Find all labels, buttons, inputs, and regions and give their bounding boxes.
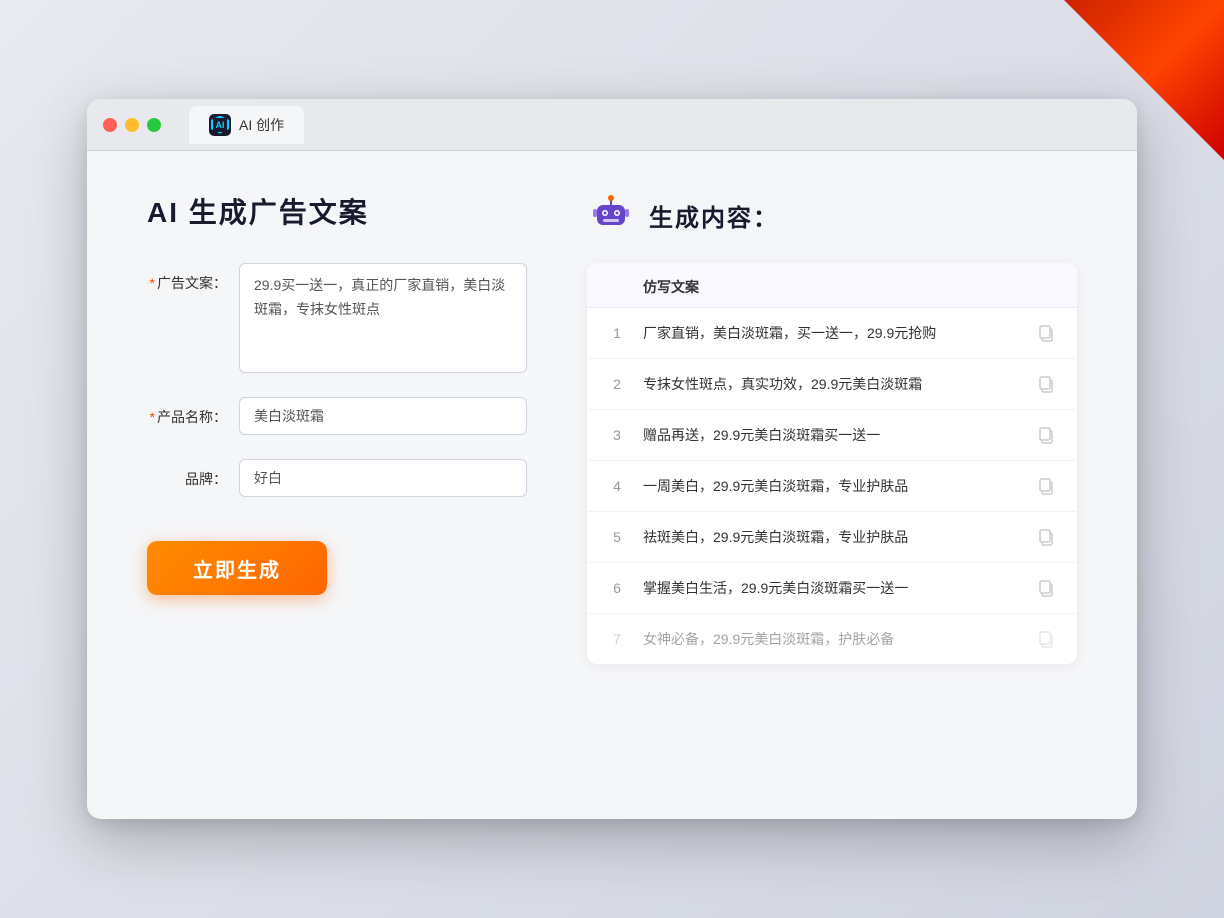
browser-window: AI AI 创作 AI 生成广告文案 *广告文案： *产品名称： [87,99,1137,819]
main-content: AI 生成广告文案 *广告文案： *产品名称： 品牌： 立即生成 [87,151,1137,819]
copy-button[interactable] [1035,475,1057,497]
product-name-label: *产品名称： [147,397,227,427]
tab-label: AI 创作 [239,115,284,135]
tab-ai-icon: AI [209,114,231,136]
copy-button[interactable] [1035,577,1057,599]
page-title: AI 生成广告文案 [147,191,527,231]
table-row: 5 祛斑美白，29.9元美白淡斑霜，专业护肤品 [587,512,1077,563]
traffic-light-maximize[interactable] [147,118,161,132]
brand-input[interactable] [239,459,527,497]
result-number: 1 [607,325,627,341]
product-name-group: *产品名称： [147,397,527,435]
copy-button[interactable] [1035,322,1057,344]
copy-button[interactable] [1035,424,1057,446]
table-row: 4 一周美白，29.9元美白淡斑霜，专业护肤品 [587,461,1077,512]
tab-ai-creation[interactable]: AI AI 创作 [189,106,304,144]
ad-copy-label: *广告文案： [147,263,227,293]
tab-bar: AI AI 创作 [189,106,304,144]
column-header: 仿写文案 [643,277,699,297]
traffic-light-minimize[interactable] [125,118,139,132]
traffic-lights [103,118,161,132]
result-number: 7 [607,631,627,647]
result-text: 一周美白，29.9元美白淡斑霜，专业护肤品 [643,476,1019,497]
brand-group: 品牌： [147,459,527,497]
result-number: 6 [607,580,627,596]
results-header-row: 仿写文案 [587,263,1077,308]
robot-icon [587,191,635,239]
copy-button[interactable] [1035,373,1057,395]
table-row: 1 厂家直销，美白淡斑霜，买一送一，29.9元抢购 [587,308,1077,359]
result-number: 4 [607,478,627,494]
table-row: 7 女神必备，29.9元美白淡斑霜，护肤必备 [587,614,1077,664]
copy-button[interactable] [1035,628,1057,650]
result-text: 掌握美白生活，29.9元美白淡斑霜买一送一 [643,578,1019,599]
ad-copy-group: *广告文案： [147,263,527,373]
result-text: 专抹女性斑点，真实功效，29.9元美白淡斑霜 [643,374,1019,395]
product-name-input[interactable] [239,397,527,435]
result-text: 赠品再送，29.9元美白淡斑霜买一送一 [643,425,1019,446]
copy-button[interactable] [1035,526,1057,548]
results-list: 1 厂家直销，美白淡斑霜，买一送一，29.9元抢购 2 专抹女性斑点，真实功效，29… [587,308,1077,664]
result-number: 2 [607,376,627,392]
traffic-light-close[interactable] [103,118,117,132]
table-row: 3 赠品再送，29.9元美白淡斑霜买一送一 [587,410,1077,461]
right-title: 生成内容： [649,198,779,233]
result-text: 祛斑美白，29.9元美白淡斑霜，专业护肤品 [643,527,1019,548]
browser-chrome: AI AI 创作 [87,99,1137,151]
result-number: 5 [607,529,627,545]
result-text: 厂家直销，美白淡斑霜，买一送一，29.9元抢购 [643,323,1019,344]
ad-copy-textarea[interactable] [239,263,527,373]
results-container: 仿写文案 1 厂家直销，美白淡斑霜，买一送一，29.9元抢购 2 专抹女性斑点，真实… [587,263,1077,664]
left-panel: AI 生成广告文案 *广告文案： *产品名称： 品牌： 立即生成 [147,191,527,779]
result-number: 3 [607,427,627,443]
table-row: 2 专抹女性斑点，真实功效，29.9元美白淡斑霜 [587,359,1077,410]
generate-button[interactable]: 立即生成 [147,541,327,595]
right-header: 生成内容： [587,191,1077,239]
brand-label: 品牌： [147,459,227,489]
table-row: 6 掌握美白生活，29.9元美白淡斑霜买一送一 [587,563,1077,614]
result-text: 女神必备，29.9元美白淡斑霜，护肤必备 [643,629,1019,650]
right-panel: 生成内容： 仿写文案 1 厂家直销，美白淡斑霜，买一送一，29.9元抢购 2 专抹女… [587,191,1077,779]
